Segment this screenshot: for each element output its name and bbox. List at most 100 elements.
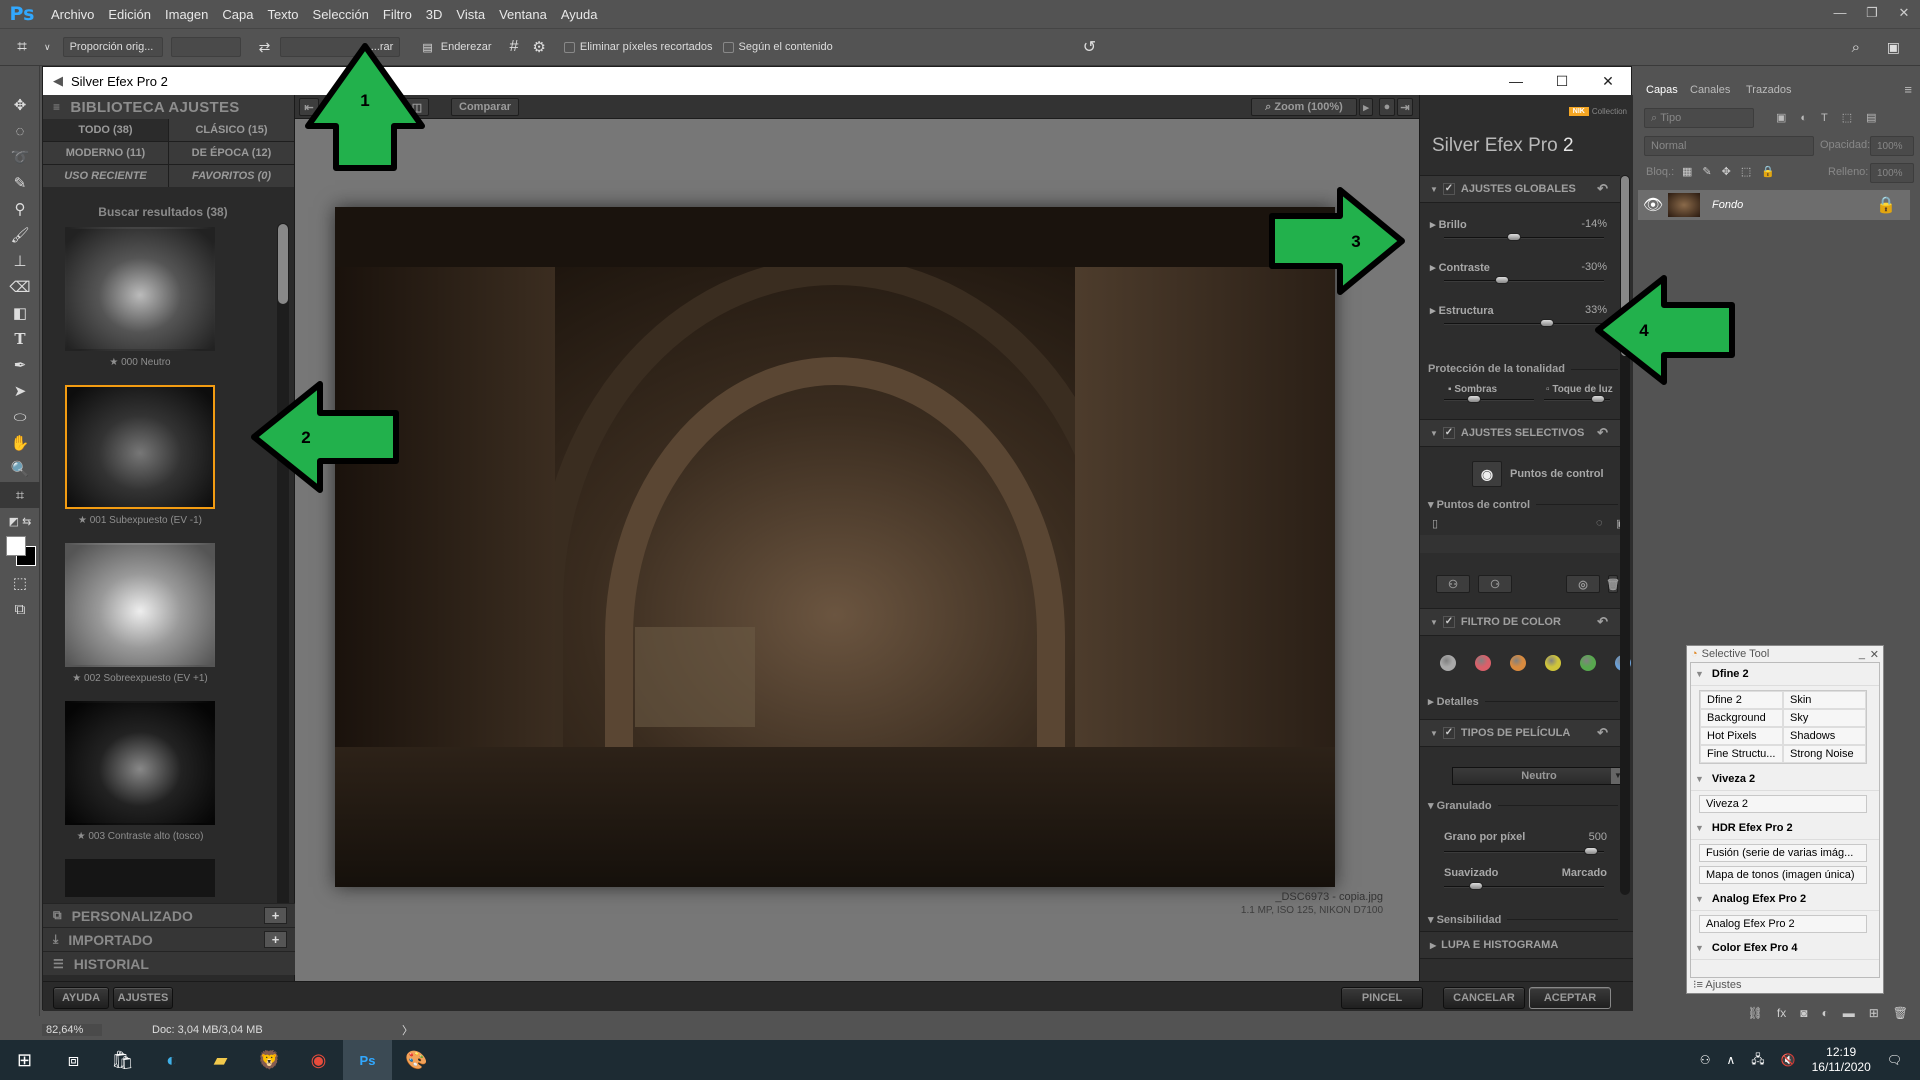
content-aware-checkbox[interactable] [722, 41, 734, 53]
collapse-triangle-icon[interactable]: ▼ [1695, 943, 1704, 953]
section-film-types[interactable]: ▼ ✓ TIPOS DE PELÍCULA ↶ [1420, 719, 1620, 747]
brightness-slider[interactable] [1444, 233, 1604, 241]
ungroup-points-button[interactable]: ⚆ [1478, 575, 1512, 593]
tab-trazados[interactable]: Trazados [1746, 84, 1791, 96]
layer-filter-select[interactable]: ⌕ Tipo [1644, 108, 1754, 128]
filter-todo[interactable]: TODO (38) [43, 119, 168, 141]
brave-icon[interactable]: 🦁 [245, 1040, 294, 1080]
filter-moderno[interactable]: MODERNO (11) [43, 142, 168, 164]
menu-edicion[interactable]: Edición [101, 7, 158, 22]
eyedropper-tool-icon[interactable]: ⚲ [0, 196, 40, 222]
film-type-select[interactable]: Neutro ▼ [1452, 767, 1626, 785]
selective-tool-group[interactable]: ▼ Dfine 2 [1691, 663, 1879, 686]
group-points-button[interactable]: ⚇ [1436, 575, 1470, 593]
windows-start-icon[interactable]: ⊞ [0, 1040, 49, 1080]
move-tool-icon[interactable]: ✥ [0, 92, 40, 118]
slider-handle[interactable] [1466, 395, 1481, 403]
paint-bucket-tool-icon[interactable]: ◧ [0, 300, 40, 326]
network-icon[interactable]: 🖧 [1751, 1050, 1764, 1071]
contrast-label[interactable]: ▸ Contraste [1430, 261, 1490, 274]
duplicate-point-button[interactable]: ◎ [1566, 575, 1600, 593]
chevron-up-icon[interactable]: ∧ [1726, 1053, 1735, 1067]
help-button[interactable]: AYUDA [53, 987, 109, 1009]
notifications-icon[interactable]: 🗨 [1887, 1053, 1902, 1067]
minimize-icon[interactable]: — [1824, 0, 1856, 28]
eraser-tool-icon[interactable]: ⌫ [0, 274, 40, 300]
filter-clasico[interactable]: CLÁSICO (15) [169, 119, 294, 141]
tab-ajustes[interactable]: ⁝≡ Ajustes [1687, 978, 1883, 992]
library-scrollbar[interactable] [277, 223, 289, 945]
undo-icon[interactable]: ↶ [1597, 181, 1608, 197]
grid-overlay-icon[interactable]: # [510, 38, 519, 56]
preset-thumbnail[interactable] [65, 543, 215, 667]
color-filter-swatch[interactable] [1510, 655, 1526, 671]
photoshop-taskbar-icon[interactable]: Ps [343, 1040, 392, 1080]
foreground-color-swatch[interactable] [6, 536, 26, 556]
circle-selection-icon[interactable]: ◌ [1596, 517, 1603, 529]
screen-mode-icon[interactable]: ⧉ [0, 596, 40, 622]
menu-texto[interactable]: Texto [260, 7, 305, 22]
dialog-minimize-icon[interactable]: — [1493, 67, 1539, 95]
delete-cropped-checkbox[interactable] [563, 41, 575, 53]
status-menu-arrow[interactable]: 〉 [402, 1022, 413, 1038]
enable-checkbox[interactable]: ✓ [1442, 183, 1455, 195]
zoom-button[interactable]: ⌕ Zoom (100%) [1251, 98, 1357, 116]
collapse-triangle-icon[interactable]: ▼ [1695, 774, 1704, 784]
enable-checkbox[interactable]: ✓ [1442, 616, 1455, 628]
trash-icon[interactable]: 🗑 [1893, 1006, 1908, 1020]
width-input[interactable] [170, 37, 241, 57]
color-filter-swatch[interactable] [1545, 655, 1561, 671]
selective-tool-item[interactable]: Sky [1783, 709, 1866, 727]
tab-canales[interactable]: Canales [1690, 84, 1730, 96]
close-icon[interactable]: ✕ [1870, 648, 1879, 661]
control-points-header[interactable]: ▾ Puntos de control [1428, 498, 1618, 512]
brightness-label[interactable]: ▸ Brillo [1430, 218, 1467, 231]
edge-icon[interactable]: ◐ [147, 1040, 196, 1080]
slider-handle[interactable] [1540, 319, 1555, 327]
undo-icon[interactable]: ↶ [1597, 425, 1608, 441]
slider-handle[interactable] [1495, 276, 1510, 284]
panel-menu-icon[interactable]: ≡ [1904, 82, 1912, 97]
blend-mode-select[interactable]: Normal [1644, 136, 1814, 156]
settings-button[interactable]: AJUSTES [113, 987, 173, 1009]
swap-icon[interactable]: ⇄ [259, 39, 271, 56]
type-tool-icon[interactable]: T [0, 326, 40, 352]
selective-tool-item[interactable]: Viveza 2 [1699, 795, 1867, 813]
selective-tool-group[interactable]: ▼ Analog Efex Pro 2 [1691, 888, 1879, 911]
zoom-tool-icon[interactable]: 🔍 [0, 456, 40, 482]
contrast-slider[interactable] [1444, 276, 1604, 284]
color-filter-swatch[interactable] [1440, 655, 1456, 671]
tab-capas[interactable]: Capas [1646, 84, 1678, 96]
enable-checkbox[interactable]: ✓ [1442, 727, 1455, 739]
selective-tool-item[interactable]: Analog Efex Pro 2 [1699, 915, 1867, 933]
section-personalizado[interactable]: ⧉ PERSONALIZADO + [43, 903, 295, 927]
grain-per-pixel-slider[interactable] [1444, 847, 1604, 855]
people-icon[interactable]: ⚇ [1700, 1053, 1711, 1067]
close-icon[interactable]: ✕ [1888, 0, 1920, 28]
control-points-list[interactable] [1420, 535, 1620, 553]
paint-icon[interactable]: 🎨 [392, 1040, 441, 1080]
ellipse-tool-icon[interactable]: ⬭ [0, 404, 40, 430]
adjustment-icon[interactable]: ◐ [1821, 1006, 1828, 1020]
folder-icon[interactable]: ▬ [1843, 1006, 1855, 1020]
fx-icon[interactable]: fx [1777, 1006, 1786, 1020]
selective-tool-group[interactable]: ▼ Color Efex Pro 4 [1691, 937, 1879, 960]
brush-button[interactable]: PINCEL [1341, 987, 1423, 1009]
gear-icon[interactable]: ⚙ [532, 38, 545, 56]
selective-tool-item[interactable]: Dfine 2 [1700, 691, 1783, 709]
show-hide-icon[interactable]: ▯ [1432, 517, 1438, 530]
slider-handle[interactable] [1590, 395, 1605, 403]
preset-item-selected[interactable]: ★ 001 Subexpuesto (EV -1) [65, 385, 215, 526]
selective-tool-item[interactable]: Fusión (serie de varias imág... [1699, 844, 1867, 862]
selective-tool-item[interactable]: Hot Pixels [1700, 727, 1783, 745]
preset-thumbnail[interactable] [65, 859, 215, 897]
color-swatches[interactable] [0, 534, 39, 570]
dialog-maximize-icon[interactable]: ☐ [1539, 67, 1585, 95]
selective-tool-item[interactable]: Background [1700, 709, 1783, 727]
cancel-button[interactable]: CANCELAR [1443, 987, 1525, 1009]
collapse-triangle-icon[interactable]: ▼ [1430, 185, 1438, 194]
add-control-point-button[interactable]: ◉ [1472, 461, 1502, 487]
link-icon[interactable]: ⛓ [1748, 1006, 1763, 1020]
delete-point-button[interactable]: 🗑 [1606, 575, 1620, 593]
brush-tool-icon[interactable]: 🖌 [0, 222, 40, 248]
